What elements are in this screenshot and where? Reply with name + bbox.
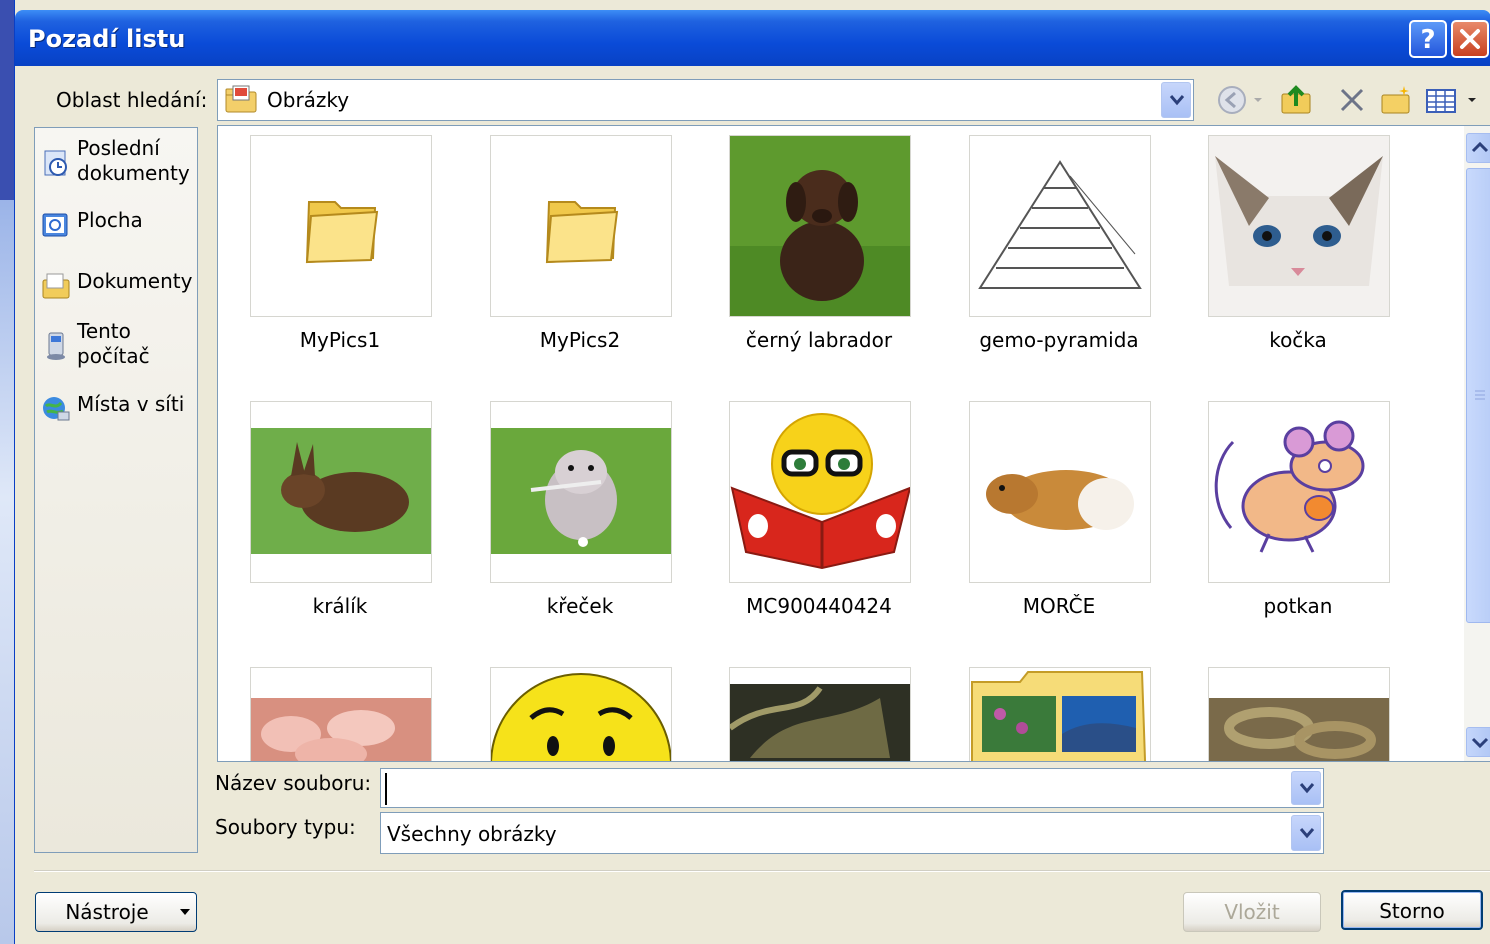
folder-icon [305, 201, 379, 264]
puppy-image [730, 136, 910, 316]
lookin-value: Obrázky [267, 88, 350, 112]
filetype-label: Soubory typu: [215, 815, 356, 839]
close-icon [1460, 29, 1480, 49]
file-item-mypics1[interactable] [250, 135, 432, 317]
separator [34, 870, 1490, 872]
filetype-dropdown-button[interactable] [1291, 815, 1321, 851]
file-item-rabbit[interactable] [250, 401, 432, 583]
file-label: MORČE [1022, 594, 1096, 618]
pictures-folder-icon [970, 668, 1150, 761]
file-item-piglets[interactable] [250, 667, 432, 761]
file-item-snake[interactable] [1208, 667, 1390, 761]
up-folder-icon [1281, 85, 1311, 114]
grip-icon [1475, 390, 1485, 400]
dialog-title: Pozadí listu [28, 25, 186, 53]
views-button[interactable] [1424, 84, 1480, 116]
delete-icon [1340, 88, 1364, 112]
cancel-button[interactable]: Storno [1341, 890, 1483, 930]
filename-label: Název souboru: [215, 771, 372, 795]
file-item-mc900440424[interactable] [729, 401, 911, 583]
file-label: MyPics2 [539, 328, 621, 352]
delete-button[interactable] [1336, 84, 1368, 116]
insert-background-dialog: Pozadí listu ? Oblast hledání: Obrázky P… [14, 0, 1490, 944]
smiley-reading-image [730, 402, 910, 582]
scroll-up-button[interactable] [1466, 133, 1490, 163]
filename-input[interactable] [385, 773, 1286, 805]
lookin-dropdown-button[interactable] [1161, 82, 1191, 118]
vertical-scrollbar[interactable] [1464, 126, 1490, 761]
chevron-down-icon [1169, 95, 1185, 106]
filetype-combo[interactable]: Všechny obrázky [380, 812, 1324, 854]
pyramid-diagram-image [970, 136, 1150, 316]
computer-icon [47, 332, 65, 360]
file-label: kočka [1269, 328, 1327, 352]
back-icon [1218, 86, 1246, 114]
file-label: králík [312, 594, 368, 618]
file-item-hamster[interactable] [490, 401, 672, 583]
back-button[interactable] [1216, 84, 1248, 116]
scroll-down-button[interactable] [1466, 727, 1490, 757]
place-recent-documents[interactable]: Poslední dokumenty [41, 136, 197, 188]
filename-dropdown-button[interactable] [1291, 771, 1321, 805]
mouse-cartoon-image [1209, 402, 1389, 582]
chevron-up-icon [1471, 141, 1489, 153]
file-label: MC900440424 [746, 594, 892, 618]
tools-button-label: Nástroje [65, 900, 149, 924]
file-item-rat[interactable] [1208, 401, 1390, 583]
file-label: potkan [1263, 594, 1333, 618]
kitten-image [1209, 136, 1389, 316]
place-computer[interactable]: Tento počítač [41, 319, 197, 371]
file-item-pyramid[interactable] [969, 135, 1151, 317]
snake-image [1209, 668, 1389, 761]
insert-button[interactable]: Vložit [1183, 892, 1321, 932]
rabbit-image [251, 402, 431, 582]
filename-combo[interactable] [380, 768, 1324, 808]
places-bar: Poslední dokumenty Plocha Dokumenty Tent… [34, 127, 198, 853]
file-label: křeček [546, 594, 614, 618]
views-icon [1426, 89, 1476, 113]
guinea-pig-image [970, 402, 1150, 582]
file-label: MyPics1 [299, 328, 381, 352]
tools-button[interactable]: Nástroje [35, 892, 197, 932]
up-one-level-button[interactable] [1280, 84, 1312, 116]
dropdown-arrow-icon [180, 909, 190, 915]
close-button[interactable] [1451, 20, 1489, 58]
file-item-sad-smiley[interactable] [490, 667, 672, 761]
scrollbar-thumb[interactable] [1466, 168, 1490, 623]
file-item-mypics2[interactable] [490, 135, 672, 317]
file-label: černý labrador [745, 328, 893, 352]
file-item-cat[interactable] [1208, 135, 1390, 317]
file-item-nature-dark[interactable] [729, 667, 911, 761]
file-item-guinea-pig[interactable] [969, 401, 1151, 583]
folder-icon [545, 201, 619, 264]
hamster-image [491, 402, 671, 582]
chevron-down-icon [1299, 828, 1315, 839]
pictures-folder-icon [225, 85, 257, 113]
desktop-icon [42, 213, 68, 237]
back-history-dropdown[interactable] [1251, 84, 1265, 116]
new-folder-button[interactable] [1380, 84, 1412, 116]
title-bar[interactable]: Pozadí listu ? [15, 10, 1490, 66]
chevron-down-icon [1299, 783, 1315, 794]
help-button[interactable]: ? [1409, 20, 1447, 58]
documents-icon [42, 273, 70, 299]
file-label: gemo-pyramida [979, 328, 1139, 352]
filetype-value: Všechny obrázky [387, 822, 557, 846]
lookin-combo[interactable]: Obrázky [217, 79, 1194, 121]
recent-documents-icon [44, 150, 67, 176]
chevron-down-icon [1254, 98, 1262, 102]
new-folder-icon [1381, 86, 1410, 114]
file-item-labrador[interactable] [729, 135, 911, 317]
plant-image [730, 668, 910, 761]
lookin-label: Oblast hledání: [56, 88, 208, 112]
network-icon [43, 397, 70, 421]
file-list[interactable]: MyPics1 MyPics2 černý labrador gemo-pyra… [217, 125, 1490, 762]
piglets-image [251, 668, 431, 761]
chevron-down-icon [1471, 737, 1489, 749]
sad-smiley-image [491, 668, 671, 761]
file-item-sample-pictures-folder[interactable] [969, 667, 1151, 761]
